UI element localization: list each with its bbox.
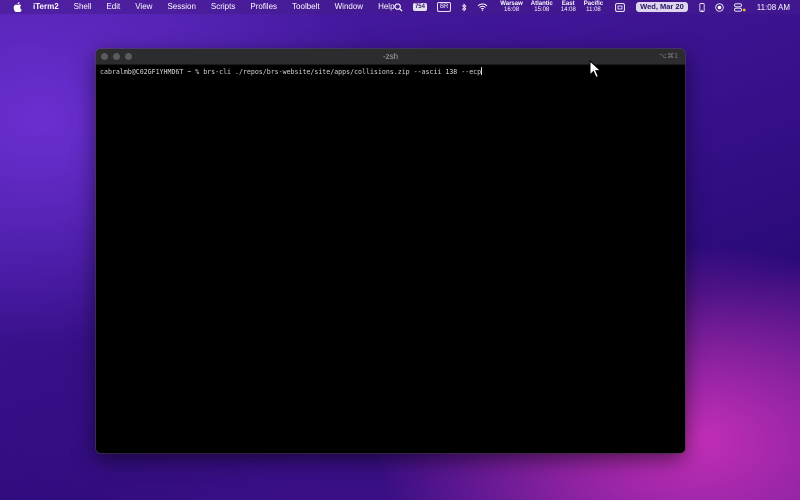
terminal-cursor [481,67,483,75]
window-shortcut: ⌥⌘1 [659,53,678,60]
world-clock-pacific: Pacific 11:08 [584,1,603,14]
menu-shell[interactable]: Shell [74,0,92,14]
menu-window[interactable]: Window [335,0,363,14]
menu-app-name[interactable]: iTerm2 [33,0,59,14]
clock-time: 15:08 [534,7,550,13]
terminal-body[interactable]: cabralmb@C02GF1YHMD6T ~ % brs-cli ./repo… [96,65,685,453]
clock-time: 11:08 [586,7,601,13]
terminal-command: cabralmb@C02GF1YHMD6T ~ % brs-cli ./repo… [100,68,482,76]
menu-edit[interactable]: Edit [106,0,120,14]
menu-session[interactable]: Session [167,0,195,14]
phone-icon[interactable] [699,0,705,14]
world-clock-warsaw: Warsaw 16:08 [500,1,522,14]
menu-bar-left: iTerm2 Shell Edit View Session Scripts P… [0,0,410,14]
world-clock-east: East 14:08 [561,1,576,14]
record-icon[interactable] [715,0,724,14]
terminal-window[interactable]: -zsh ⌥⌘1 cabralmb@C02GF1YHMD6T ~ % brs-c… [96,49,685,453]
bluetooth-icon[interactable] [461,0,467,14]
status-badge-filled[interactable]: 754 [412,3,427,11]
menu-bar: iTerm2 Shell Edit View Session Scripts P… [0,0,800,14]
control-center-icon[interactable] [733,0,746,14]
clock-time: 16:08 [504,7,520,13]
menu-profiles[interactable]: Profiles [250,0,277,14]
menu-bar-status: 754 BR Warsaw 16:08 Atlantic 15:08 East … [389,0,800,14]
wifi-icon[interactable] [477,0,488,14]
terminal-line: cabralmb@C02GF1YHMD6T ~ % brs-cli ./repo… [100,67,483,77]
status-badge-outline[interactable]: BR [436,2,452,12]
search-icon[interactable] [394,0,403,14]
world-clocks[interactable]: Warsaw 16:08 Atlantic 15:08 East 14:08 P… [496,1,607,14]
clock-time: 14:08 [560,7,576,13]
menu-toolbelt[interactable]: Toolbelt [292,0,320,14]
screenshot-icon[interactable] [615,0,625,14]
apple-icon[interactable] [11,1,23,13]
date-pill[interactable]: Wed, Mar 20 [636,2,688,12]
menu-view[interactable]: View [135,0,152,14]
world-clock-atlantic: Atlantic 15:08 [531,1,553,14]
menu-scripts[interactable]: Scripts [211,0,235,14]
menu-bar-clock[interactable]: 11:08 AM [757,3,790,12]
mouse-pointer-icon [589,60,602,79]
